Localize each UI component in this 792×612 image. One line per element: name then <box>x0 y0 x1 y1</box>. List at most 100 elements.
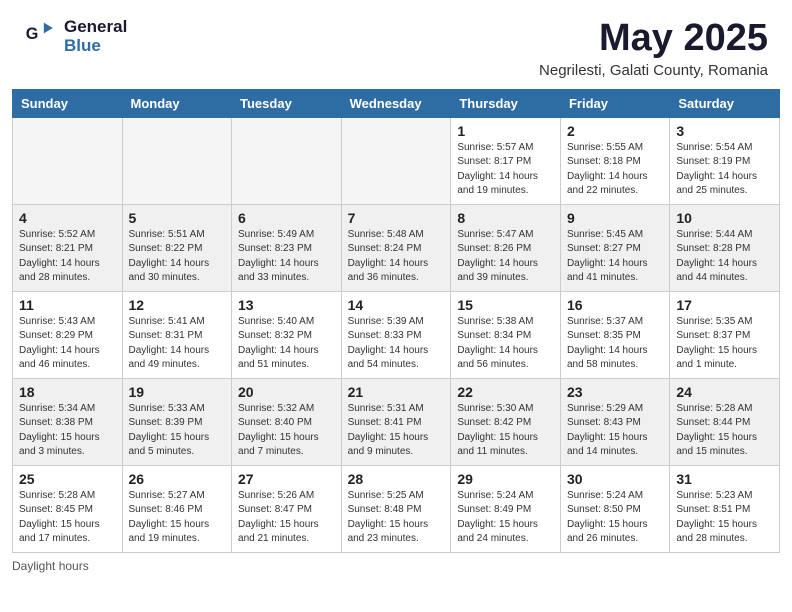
table-row: 15Sunrise: 5:38 AM Sunset: 8:34 PM Dayli… <box>451 291 561 378</box>
table-row: 18Sunrise: 5:34 AM Sunset: 8:38 PM Dayli… <box>13 378 123 465</box>
cell-info: Sunrise: 5:39 AM Sunset: 8:33 PM Dayligh… <box>348 315 445 373</box>
header-friday: Friday <box>560 89 669 117</box>
table-row: 26 Sunrise: 5:27 AM Sunset: 8:46 PM Dayli… <box>122 465 232 552</box>
table-row: 7Sunrise: 5:48 AM Sunset: 8:24 PM Daylig… <box>341 204 451 291</box>
table-row: 6Sunrise: 5:49 AM Sunset: 8:23 PM Daylig… <box>232 204 342 291</box>
logo-general: General <box>64 18 127 37</box>
cell-info: Sunrise: 5:24 AM Sunset: 8:49 PM Dayligh… <box>457 489 554 547</box>
cell-info: Sunrise: 5:30 AM Sunset: 8:42 PM Dayligh… <box>457 402 554 460</box>
cell-info: Sunrise: 5:37 AM Sunset: 8:35 PM Dayligh… <box>567 315 663 373</box>
day-number: 31 <box>676 471 773 487</box>
table-row: 17 Sunrise: 5:35 AM Sunset: 8:37 PM Dayli… <box>670 291 780 378</box>
table-row: 25Sunrise: 5:28 AM Sunset: 8:45 PM Dayli… <box>13 465 123 552</box>
table-row: 24 Sunrise: 5:28 AM Sunset: 8:44 PM Dayli… <box>670 378 780 465</box>
header-sunday: Sunday <box>13 89 123 117</box>
day-number: 26 <box>129 471 226 487</box>
cell-info: Sunrise: 5:51 AM Sunset: 8:22 PM Dayligh… <box>129 228 226 286</box>
logo-text: General Blue <box>64 18 127 55</box>
cell-info: Sunrise: 5:28 AM Sunset: 8:44 PM Dayligh… <box>676 402 773 460</box>
table-row: 3 Sunrise: 5:54 AM Sunset: 8:19 PM Daylig… <box>670 117 780 204</box>
table-row: 19 Sunrise: 5:33 AM Sunset: 8:39 PM Dayli… <box>122 378 232 465</box>
table-row <box>232 117 342 204</box>
day-number: 8 <box>457 210 554 226</box>
table-row: 23Sunrise: 5:29 AM Sunset: 8:43 PM Dayli… <box>560 378 669 465</box>
table-row: 21 Sunrise: 5:31 AM Sunset: 8:41 PM Dayli… <box>341 378 451 465</box>
cell-info: Sunrise: 5:45 AM Sunset: 8:27 PM Dayligh… <box>567 228 663 286</box>
table-row <box>341 117 451 204</box>
table-row: 30 Sunrise: 5:24 AM Sunset: 8:50 PM Dayli… <box>560 465 669 552</box>
day-number: 12 <box>129 297 226 313</box>
cell-info: Sunrise: 5:29 AM Sunset: 8:43 PM Dayligh… <box>567 402 663 460</box>
cell-info: Sunrise: 5:25 AM Sunset: 8:48 PM Dayligh… <box>348 489 445 547</box>
cell-info: Sunrise: 5:31 AM Sunset: 8:41 PM Dayligh… <box>348 402 445 460</box>
header-thursday: Thursday <box>451 89 561 117</box>
cell-info: Sunrise: 5:41 AM Sunset: 8:31 PM Dayligh… <box>129 315 226 373</box>
table-row: 2 Sunrise: 5:55 AM Sunset: 8:18 PM Daylig… <box>560 117 669 204</box>
day-number: 24 <box>676 384 773 400</box>
cell-info: Sunrise: 5:55 AM Sunset: 8:18 PM Dayligh… <box>567 141 663 199</box>
header-wednesday: Wednesday <box>341 89 451 117</box>
calendar-table: Sunday Monday Tuesday Wednesday Thursday… <box>12 89 780 553</box>
cell-info: Sunrise: 5:26 AM Sunset: 8:47 PM Dayligh… <box>238 489 335 547</box>
table-row: 1 Sunrise: 5:57 AM Sunset: 8:17 PM Daylig… <box>451 117 561 204</box>
cell-info: Sunrise: 5:35 AM Sunset: 8:37 PM Dayligh… <box>676 315 773 373</box>
cell-info: Sunrise: 5:44 AM Sunset: 8:28 PM Dayligh… <box>676 228 773 286</box>
day-number: 20 <box>238 384 335 400</box>
title-block: May 2025 Negrilesti, Galati County, Roma… <box>539 18 768 79</box>
day-number: 22 <box>457 384 554 400</box>
table-row: 20Sunrise: 5:32 AM Sunset: 8:40 PM Dayli… <box>232 378 342 465</box>
day-number: 10 <box>676 210 773 226</box>
day-number: 19 <box>129 384 226 400</box>
day-number: 16 <box>567 297 663 313</box>
location-subtitle: Negrilesti, Galati County, Romania <box>539 62 768 79</box>
table-row: 28Sunrise: 5:25 AM Sunset: 8:48 PM Dayli… <box>341 465 451 552</box>
daylight-label: Daylight hours <box>12 559 89 573</box>
table-row: 22 Sunrise: 5:30 AM Sunset: 8:42 PM Dayli… <box>451 378 561 465</box>
header-monday: Monday <box>122 89 232 117</box>
table-row: 16 Sunrise: 5:37 AM Sunset: 8:35 PM Dayli… <box>560 291 669 378</box>
cell-info: Sunrise: 5:57 AM Sunset: 8:17 PM Dayligh… <box>457 141 554 199</box>
cell-info: Sunrise: 5:43 AM Sunset: 8:29 PM Dayligh… <box>19 315 116 373</box>
cell-info: Sunrise: 5:24 AM Sunset: 8:50 PM Dayligh… <box>567 489 663 547</box>
cell-info: Sunrise: 5:33 AM Sunset: 8:39 PM Dayligh… <box>129 402 226 460</box>
header-saturday: Saturday <box>670 89 780 117</box>
logo: G General Blue <box>24 18 127 55</box>
cell-info: Sunrise: 5:40 AM Sunset: 8:32 PM Dayligh… <box>238 315 335 373</box>
table-row: 12 Sunrise: 5:41 AM Sunset: 8:31 PM Dayli… <box>122 291 232 378</box>
day-number: 17 <box>676 297 773 313</box>
cell-info: Sunrise: 5:48 AM Sunset: 8:24 PM Dayligh… <box>348 228 445 286</box>
cell-info: Sunrise: 5:23 AM Sunset: 8:51 PM Dayligh… <box>676 489 773 547</box>
table-row: 9Sunrise: 5:45 AM Sunset: 8:27 PM Daylig… <box>560 204 669 291</box>
table-row: 4 Sunrise: 5:52 AM Sunset: 8:21 PM Daylig… <box>13 204 123 291</box>
cell-info: Sunrise: 5:54 AM Sunset: 8:19 PM Dayligh… <box>676 141 773 199</box>
day-number: 27 <box>238 471 335 487</box>
svg-text:G: G <box>26 24 39 42</box>
day-number: 14 <box>348 297 445 313</box>
table-row: 31 Sunrise: 5:23 AM Sunset: 8:51 PM Dayli… <box>670 465 780 552</box>
day-number: 29 <box>457 471 554 487</box>
table-row: 8 Sunrise: 5:47 AM Sunset: 8:26 PM Daylig… <box>451 204 561 291</box>
footer: Daylight hours <box>0 553 792 579</box>
day-number: 4 <box>19 210 116 226</box>
day-number: 15 <box>457 297 554 313</box>
header-tuesday: Tuesday <box>232 89 342 117</box>
cell-info: Sunrise: 5:34 AM Sunset: 8:38 PM Dayligh… <box>19 402 116 460</box>
day-number: 2 <box>567 123 663 139</box>
cell-info: Sunrise: 5:47 AM Sunset: 8:26 PM Dayligh… <box>457 228 554 286</box>
day-number: 11 <box>19 297 116 313</box>
day-number: 13 <box>238 297 335 313</box>
table-row <box>13 117 123 204</box>
day-number: 25 <box>19 471 116 487</box>
cell-info: Sunrise: 5:52 AM Sunset: 8:21 PM Dayligh… <box>19 228 116 286</box>
calendar-header: Sunday Monday Tuesday Wednesday Thursday… <box>13 89 780 117</box>
day-number: 1 <box>457 123 554 139</box>
table-row: 14 Sunrise: 5:39 AM Sunset: 8:33 PM Dayli… <box>341 291 451 378</box>
day-number: 21 <box>348 384 445 400</box>
table-row <box>122 117 232 204</box>
day-number: 30 <box>567 471 663 487</box>
table-row: 13 Sunrise: 5:40 AM Sunset: 8:32 PM Dayli… <box>232 291 342 378</box>
logo-icon: G <box>24 19 60 55</box>
cell-info: Sunrise: 5:27 AM Sunset: 8:46 PM Dayligh… <box>129 489 226 547</box>
day-number: 3 <box>676 123 773 139</box>
logo-blue: Blue <box>64 37 127 56</box>
